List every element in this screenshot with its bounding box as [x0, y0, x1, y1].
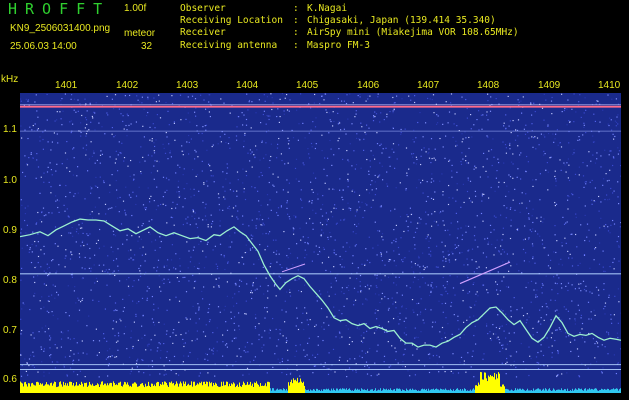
version-label: 1.00f	[124, 3, 147, 14]
freq-unit-label: kHz	[1, 74, 19, 85]
freq-tick: 0.6	[3, 374, 17, 385]
time-tick: 1409	[538, 80, 561, 91]
app-logo: HROFFT	[8, 0, 111, 18]
time-tick: 1410	[598, 80, 621, 91]
time-tick: 1407	[417, 80, 440, 91]
info-row-observer: Observer: K.Nagai	[180, 3, 348, 14]
meteor-label: meteor	[124, 28, 156, 39]
file-name: KN9_2506031400.png	[10, 23, 111, 34]
info-row-receiver: Receiver: AirSpy mini (Miakejima VOR 108.…	[180, 27, 519, 39]
freq-axis-panel	[0, 93, 20, 400]
time-tick: 1405	[296, 80, 319, 91]
observation-info: Observer: K.Nagai Receiving Location: Chig…	[180, 3, 519, 52]
info-row-antenna: Receiving antenna: Maspro FM-3	[180, 39, 370, 51]
spectrogram	[20, 93, 621, 393]
time-tick: 1406	[357, 80, 380, 91]
info-row-location: Receiving Location: Chigasaki, Japan (139…	[180, 15, 496, 27]
time-tick: 1404	[236, 80, 259, 91]
freq-tick: 0.8	[3, 275, 17, 286]
time-tick: 1401	[55, 80, 78, 91]
freq-tick: 1.1	[3, 124, 17, 135]
time-tick: 1402	[116, 80, 139, 91]
date-time: 25.06.03 14:00	[10, 41, 77, 52]
freq-tick: 0.7	[3, 325, 17, 336]
header-panel: HROFFT 1.00f KN9_2506031400.png meteor 2…	[0, 0, 629, 72]
freq-tick: 0.9	[3, 225, 17, 236]
time-tick: 1403	[176, 80, 199, 91]
freq-tick: 1.0	[3, 175, 17, 186]
meteor-count: 32	[141, 41, 153, 52]
time-tick: 1408	[477, 80, 500, 91]
spectrogram-background	[20, 93, 621, 393]
